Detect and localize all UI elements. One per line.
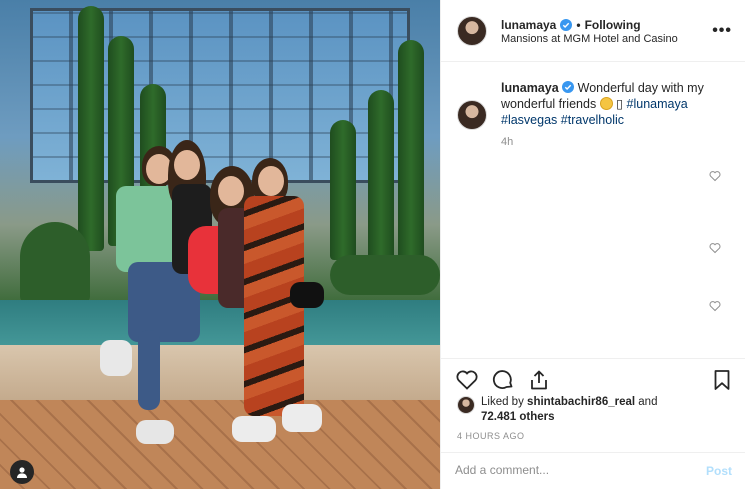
hashtag-link[interactable]: #travelholic xyxy=(561,113,624,127)
heart-icon[interactable] xyxy=(455,368,479,392)
post-header: lunamaya • Following Mansions at MGM Hot… xyxy=(441,0,745,62)
bookmark-icon[interactable] xyxy=(710,368,734,392)
comment-like-heart-icon[interactable] xyxy=(709,170,721,182)
cypress-tree xyxy=(398,40,424,270)
avatar[interactable] xyxy=(457,396,475,414)
fountain-ledge xyxy=(0,345,440,405)
action-bar xyxy=(441,358,745,398)
hashtag-link[interactable]: #lasvegas xyxy=(501,113,557,127)
header-user: lunamaya • Following xyxy=(501,18,641,32)
separator-dot: • xyxy=(576,18,581,32)
verified-badge-icon xyxy=(562,81,575,93)
comment-input[interactable] xyxy=(455,463,685,477)
hashtag-link[interactable]: #lunamaya xyxy=(627,97,688,111)
comment-bar: Post xyxy=(441,452,745,489)
avatar[interactable] xyxy=(457,16,487,46)
post-sidebar: lunamaya • Following Mansions at MGM Hot… xyxy=(440,0,745,489)
liked-by-joiner: and xyxy=(638,396,658,408)
username-link[interactable]: lunamaya xyxy=(501,18,556,32)
avatar[interactable] xyxy=(457,100,487,130)
hedge-border xyxy=(330,255,440,295)
liked-by-label: Liked by xyxy=(481,396,524,408)
ellipsis-icon[interactable]: ••• xyxy=(712,22,732,40)
location-link[interactable]: Mansions at MGM Hotel and Casino xyxy=(501,33,678,45)
post-timestamp[interactable]: 4 HOURS AGO xyxy=(457,431,525,441)
cypress-tree xyxy=(78,6,104,251)
smiling-face-emoji-icon xyxy=(599,97,613,110)
comment-like-heart-icon[interactable] xyxy=(709,300,721,312)
comment-icon[interactable] xyxy=(491,368,515,392)
following-button[interactable]: Following xyxy=(585,18,641,32)
caption-username[interactable]: lunamaya xyxy=(501,81,559,95)
cypress-tree xyxy=(330,120,356,260)
likes-summary: Liked by shintabachir86_real and 72.481 … xyxy=(481,395,721,425)
tagged-users-icon[interactable] xyxy=(10,460,34,484)
share-icon[interactable] xyxy=(527,368,551,392)
verified-badge-icon xyxy=(560,19,573,31)
comment-like-heart-icon[interactable] xyxy=(709,242,721,254)
tiled-floor xyxy=(0,400,440,489)
liked-by-user-link[interactable]: shintabachir86_real xyxy=(527,396,635,408)
cypress-tree xyxy=(368,90,394,260)
caption-glyph: ▯ xyxy=(616,97,624,111)
post-photo[interactable] xyxy=(0,0,440,489)
likes-count-link[interactable]: 72.481 others xyxy=(481,411,555,423)
caption-timestamp: 4h xyxy=(501,136,514,148)
post-comment-button[interactable]: Post xyxy=(706,464,732,478)
post-caption: lunamaya Wonderful day with my wonderful… xyxy=(501,80,731,128)
round-shrub xyxy=(20,222,90,302)
